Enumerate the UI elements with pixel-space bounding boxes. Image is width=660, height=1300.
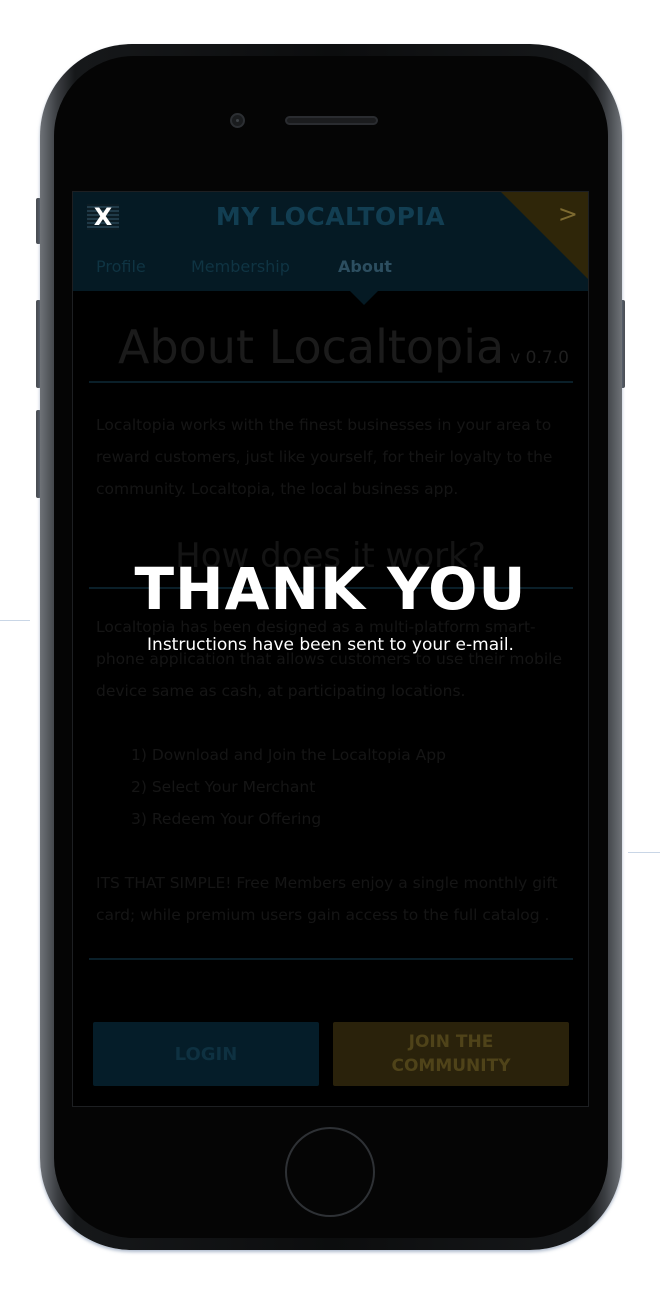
login-button[interactable]: LOGIN xyxy=(93,1022,319,1086)
divider xyxy=(89,381,573,383)
divider xyxy=(89,958,573,960)
page-title-text: About Localtopia xyxy=(118,320,505,374)
list-item: 2) Select Your Merchant xyxy=(131,778,316,796)
active-tab-pointer xyxy=(350,291,378,305)
tab-profile[interactable]: Profile xyxy=(96,257,146,276)
app-title: MY LOCALTOPIA xyxy=(215,202,446,231)
home-button[interactable] xyxy=(285,1127,375,1217)
version-label: v 0.7.0 xyxy=(510,348,569,368)
thank-you-message: Instructions have been sent to your e-ma… xyxy=(147,635,514,655)
decorative-line-right xyxy=(628,852,660,853)
list-item: 1) Download and Join the Localtopia App xyxy=(131,746,446,764)
closing-paragraph: ITS THAT SIMPLE! Free Members enjoy a si… xyxy=(96,874,558,924)
front-camera-icon xyxy=(230,113,245,128)
intro-paragraph: Localtopia works with the finest busines… xyxy=(96,416,553,498)
steps-list: 1) Download and Join the Localtopia App … xyxy=(131,739,446,835)
phone-screen: > MY LOCALTOPIA Profile Membership About… xyxy=(73,192,588,1106)
page-title: About Localtopia v 0.7.0 xyxy=(118,320,569,374)
app-header: > MY LOCALTOPIA Profile Membership About xyxy=(73,192,588,291)
list-item: 3) Redeem Your Offering xyxy=(131,810,322,828)
thank-you-heading: THANK YOU xyxy=(134,555,527,623)
decorative-line-left xyxy=(0,620,30,621)
how-paragraph: Localtopia has been designed as a multi-… xyxy=(96,618,562,700)
join-community-button[interactable]: JOIN THE COMMUNITY xyxy=(333,1022,569,1086)
close-button[interactable]: X xyxy=(87,204,119,230)
earpiece-speaker xyxy=(285,116,378,125)
tab-membership[interactable]: Membership xyxy=(191,257,290,276)
tab-about[interactable]: About xyxy=(338,257,392,276)
